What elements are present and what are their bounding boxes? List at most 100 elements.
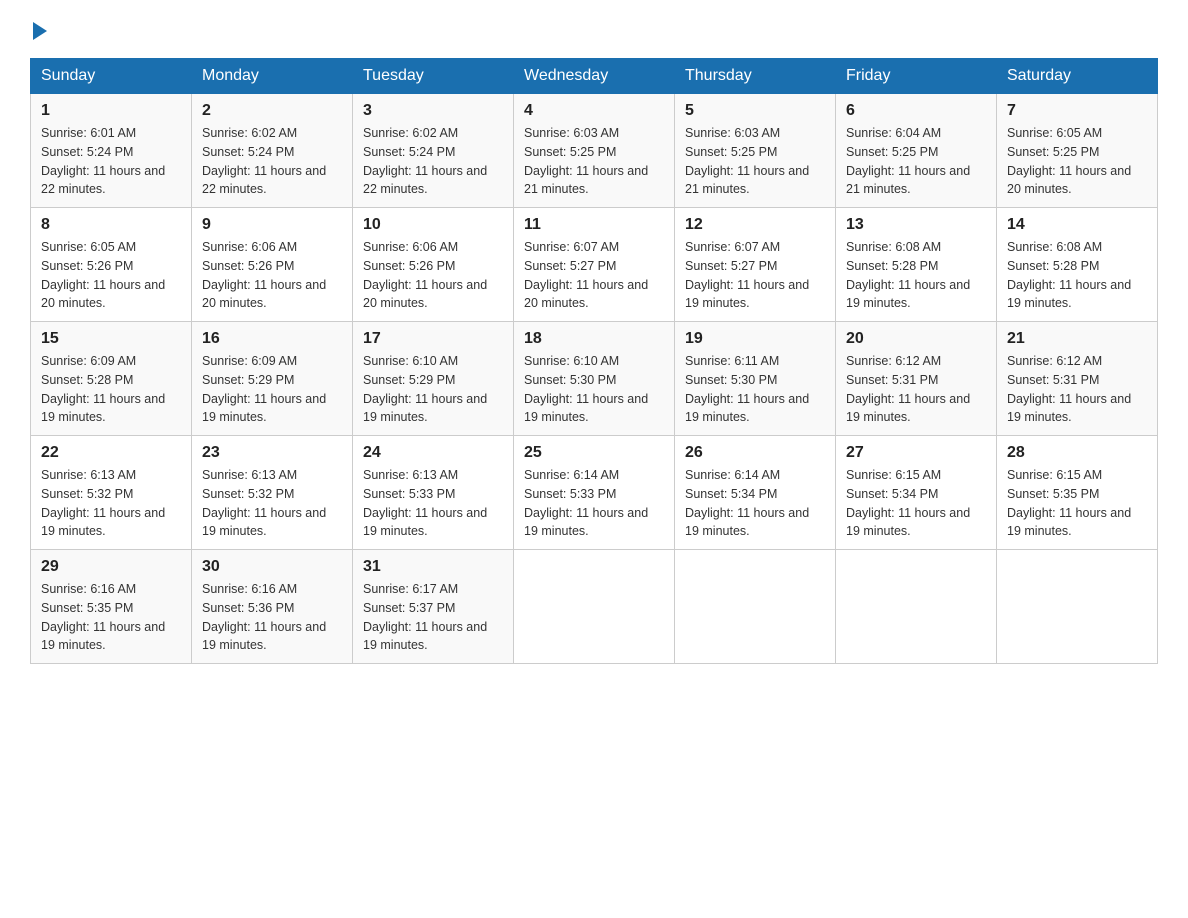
day-info: Sunrise: 6:02 AMSunset: 5:24 PMDaylight:… [363,124,503,199]
day-info: Sunrise: 6:07 AMSunset: 5:27 PMDaylight:… [524,238,664,313]
calendar-cell: 14 Sunrise: 6:08 AMSunset: 5:28 PMDayligh… [997,208,1158,322]
calendar-cell: 17Sunrise: 6:10 AMSunset: 5:29 PMDayligh… [353,322,514,436]
calendar-cell: 30 Sunrise: 6:16 AMSunset: 5:36 PMDayligh… [192,550,353,664]
calendar-cell: 16 Sunrise: 6:09 AMSunset: 5:29 PMDayligh… [192,322,353,436]
day-number: 11 [524,216,664,234]
calendar-cell [675,550,836,664]
calendar-cell [836,550,997,664]
day-number: 24 [363,444,503,462]
calendar-cell: 29 Sunrise: 6:16 AMSunset: 5:35 PMDayligh… [31,550,192,664]
weekday-header-wednesday: Wednesday [514,59,675,94]
day-number: 22 [41,444,181,462]
calendar-cell [514,550,675,664]
logo [30,20,47,40]
calendar-cell: 4 Sunrise: 6:03 AMSunset: 5:25 PMDaylight… [514,94,675,208]
calendar-cell: 20 Sunrise: 6:12 AMSunset: 5:31 PMDayligh… [836,322,997,436]
day-number: 26 [685,444,825,462]
day-info: Sunrise: 6:13 AMSunset: 5:33 PMDaylight:… [363,466,503,541]
day-info: Sunrise: 6:10 AMSunset: 5:29 PMDaylight:… [363,352,503,427]
calendar-cell: 9 Sunrise: 6:06 AMSunset: 5:26 PMDaylight… [192,208,353,322]
calendar-cell: 3 Sunrise: 6:02 AMSunset: 5:24 PMDaylight… [353,94,514,208]
day-info: Sunrise: 6:09 AMSunset: 5:28 PMDaylight:… [41,352,181,427]
day-info: Sunrise: 6:10 AMSunset: 5:30 PMDaylight:… [524,352,664,427]
day-number: 12 [685,216,825,234]
calendar-cell: 2 Sunrise: 6:02 AMSunset: 5:24 PMDaylight… [192,94,353,208]
calendar-cell: 26Sunrise: 6:14 AMSunset: 5:34 PMDayligh… [675,436,836,550]
day-number: 2 [202,102,342,120]
day-number: 9 [202,216,342,234]
calendar-cell: 19 Sunrise: 6:11 AMSunset: 5:30 PMDayligh… [675,322,836,436]
day-info: Sunrise: 6:12 AMSunset: 5:31 PMDaylight:… [1007,352,1147,427]
calendar-cell: 25 Sunrise: 6:14 AMSunset: 5:33 PMDayligh… [514,436,675,550]
day-info: Sunrise: 6:13 AMSunset: 5:32 PMDaylight:… [202,466,342,541]
day-info: Sunrise: 6:05 AMSunset: 5:26 PMDaylight:… [41,238,181,313]
weekday-header-monday: Monday [192,59,353,94]
day-number: 8 [41,216,181,234]
calendar-week-row: 15 Sunrise: 6:09 AMSunset: 5:28 PMDayligh… [31,322,1158,436]
day-number: 1 [41,102,181,120]
day-info: Sunrise: 6:15 AMSunset: 5:35 PMDaylight:… [1007,466,1147,541]
day-info: Sunrise: 6:05 AMSunset: 5:25 PMDaylight:… [1007,124,1147,199]
day-number: 10 [363,216,503,234]
calendar-cell: 15 Sunrise: 6:09 AMSunset: 5:28 PMDayligh… [31,322,192,436]
day-info: Sunrise: 6:12 AMSunset: 5:31 PMDaylight:… [846,352,986,427]
day-number: 27 [846,444,986,462]
day-number: 15 [41,330,181,348]
calendar-cell: 6Sunrise: 6:04 AMSunset: 5:25 PMDaylight… [836,94,997,208]
day-number: 3 [363,102,503,120]
calendar-week-row: 1Sunrise: 6:01 AMSunset: 5:24 PMDaylight… [31,94,1158,208]
day-number: 5 [685,102,825,120]
day-info: Sunrise: 6:06 AMSunset: 5:26 PMDaylight:… [202,238,342,313]
day-number: 14 [1007,216,1147,234]
day-number: 16 [202,330,342,348]
day-info: Sunrise: 6:14 AMSunset: 5:33 PMDaylight:… [524,466,664,541]
day-info: Sunrise: 6:03 AMSunset: 5:25 PMDaylight:… [524,124,664,199]
calendar-cell: 21 Sunrise: 6:12 AMSunset: 5:31 PMDayligh… [997,322,1158,436]
day-number: 19 [685,330,825,348]
day-info: Sunrise: 6:16 AMSunset: 5:36 PMDaylight:… [202,580,342,655]
day-info: Sunrise: 6:02 AMSunset: 5:24 PMDaylight:… [202,124,342,199]
day-info: Sunrise: 6:07 AMSunset: 5:27 PMDaylight:… [685,238,825,313]
calendar-cell [997,550,1158,664]
day-number: 30 [202,558,342,576]
day-number: 20 [846,330,986,348]
day-number: 7 [1007,102,1147,120]
day-info: Sunrise: 6:17 AMSunset: 5:37 PMDaylight:… [363,580,503,655]
weekday-header-saturday: Saturday [997,59,1158,94]
calendar-week-row: 8 Sunrise: 6:05 AMSunset: 5:26 PMDaylight… [31,208,1158,322]
calendar-cell: 18Sunrise: 6:10 AMSunset: 5:30 PMDayligh… [514,322,675,436]
day-info: Sunrise: 6:16 AMSunset: 5:35 PMDaylight:… [41,580,181,655]
day-number: 4 [524,102,664,120]
day-info: Sunrise: 6:08 AMSunset: 5:28 PMDaylight:… [1007,238,1147,313]
calendar-cell: 24 Sunrise: 6:13 AMSunset: 5:33 PMDayligh… [353,436,514,550]
weekday-header-friday: Friday [836,59,997,94]
calendar-body: 1Sunrise: 6:01 AMSunset: 5:24 PMDaylight… [31,94,1158,664]
day-info: Sunrise: 6:09 AMSunset: 5:29 PMDaylight:… [202,352,342,427]
day-info: Sunrise: 6:06 AMSunset: 5:26 PMDaylight:… [363,238,503,313]
calendar-cell: 7 Sunrise: 6:05 AMSunset: 5:25 PMDaylight… [997,94,1158,208]
calendar-cell: 28Sunrise: 6:15 AMSunset: 5:35 PMDayligh… [997,436,1158,550]
weekday-header-tuesday: Tuesday [353,59,514,94]
day-info: Sunrise: 6:11 AMSunset: 5:30 PMDaylight:… [685,352,825,427]
day-info: Sunrise: 6:03 AMSunset: 5:25 PMDaylight:… [685,124,825,199]
weekday-header-sunday: Sunday [31,59,192,94]
day-number: 21 [1007,330,1147,348]
day-number: 29 [41,558,181,576]
calendar-week-row: 29 Sunrise: 6:16 AMSunset: 5:35 PMDayligh… [31,550,1158,664]
weekday-header-thursday: Thursday [675,59,836,94]
calendar-cell: 13Sunrise: 6:08 AMSunset: 5:28 PMDayligh… [836,208,997,322]
calendar-cell: 23 Sunrise: 6:13 AMSunset: 5:32 PMDayligh… [192,436,353,550]
calendar-cell: 1Sunrise: 6:01 AMSunset: 5:24 PMDaylight… [31,94,192,208]
day-info: Sunrise: 6:13 AMSunset: 5:32 PMDaylight:… [41,466,181,541]
day-number: 6 [846,102,986,120]
calendar-cell: 27Sunrise: 6:15 AMSunset: 5:34 PMDayligh… [836,436,997,550]
calendar-cell: 11 Sunrise: 6:07 AMSunset: 5:27 PMDayligh… [514,208,675,322]
calendar-cell: 5 Sunrise: 6:03 AMSunset: 5:25 PMDaylight… [675,94,836,208]
calendar-cell: 8 Sunrise: 6:05 AMSunset: 5:26 PMDaylight… [31,208,192,322]
day-number: 23 [202,444,342,462]
page-header [30,20,1158,40]
day-number: 25 [524,444,664,462]
calendar-table: SundayMondayTuesdayWednesdayThursdayFrid… [30,58,1158,664]
logo-arrow-icon [33,22,47,40]
day-number: 31 [363,558,503,576]
